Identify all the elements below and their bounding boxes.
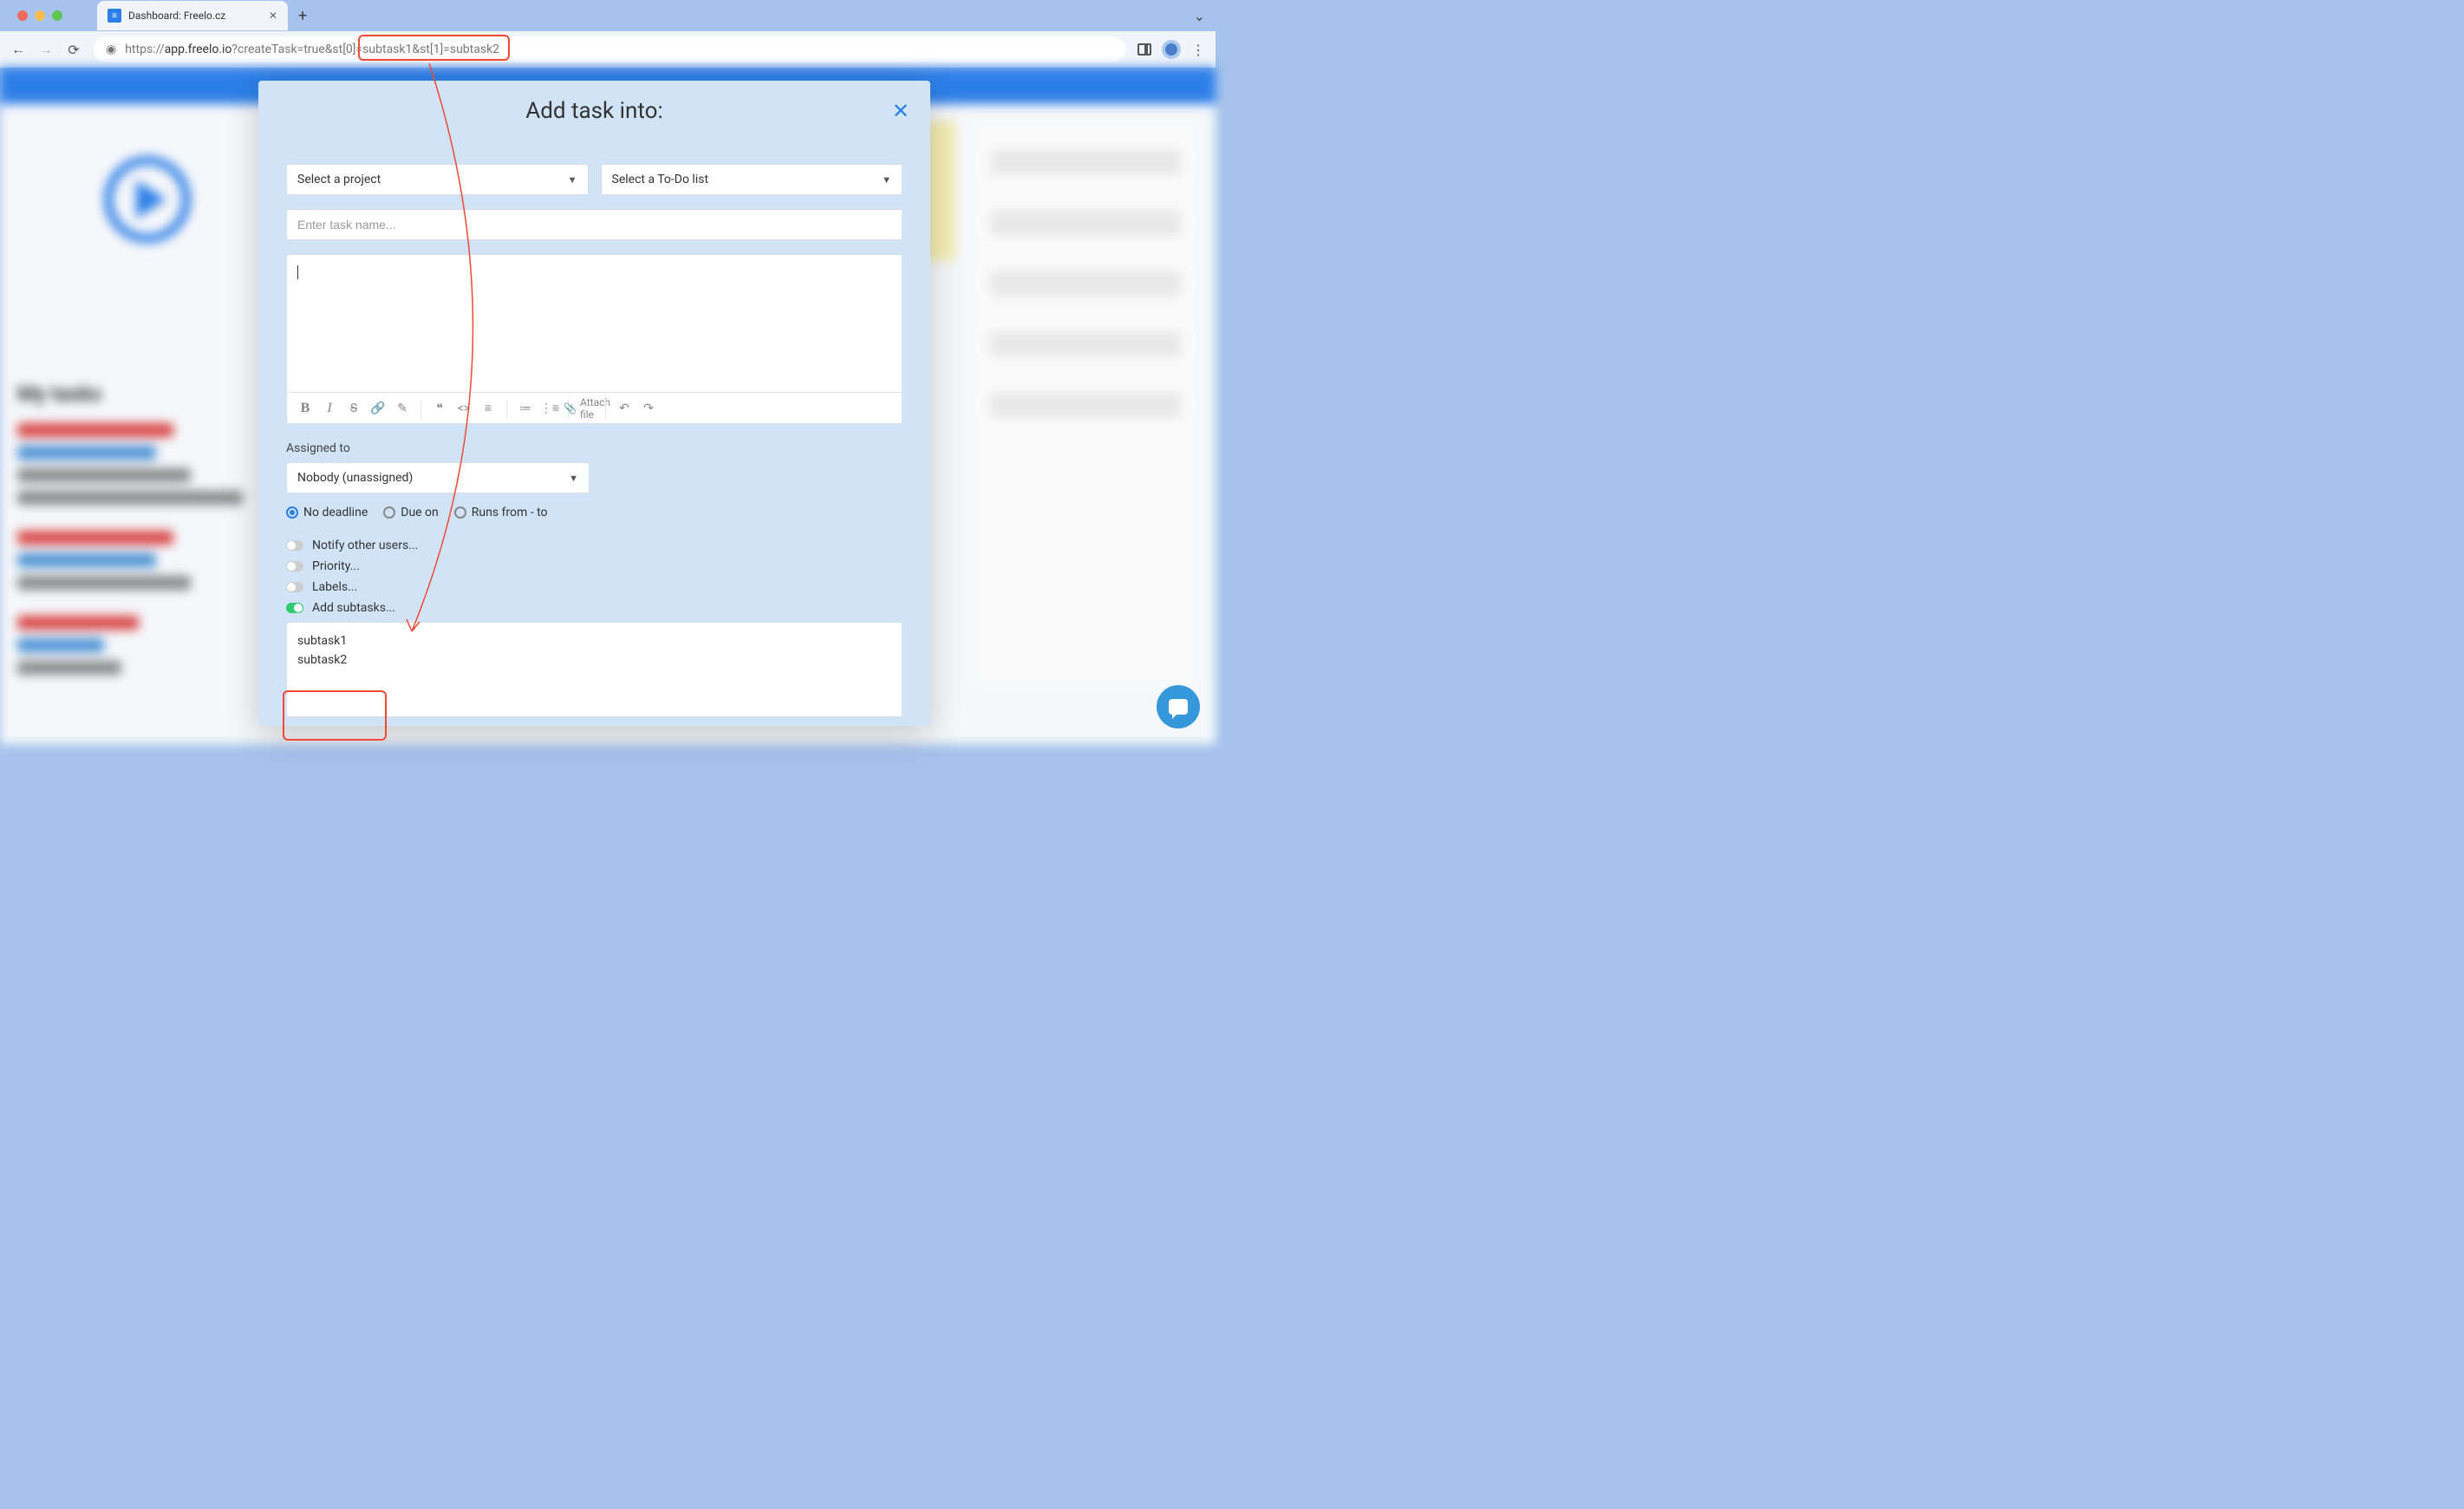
notify-toggle-row[interactable]: Notify other users... [286,539,903,552]
priority-toggle-row[interactable]: Priority... [286,559,903,573]
add-task-modal: Add task into: ✕ Select a project ▼ Sele… [258,81,930,726]
bullet-list-button[interactable]: ≔ [514,397,537,420]
subtasks-textarea[interactable]: subtask1 subtask2 [286,622,903,717]
due-on-radio[interactable]: Due on [383,506,439,519]
no-deadline-radio[interactable]: No deadline [286,506,368,519]
tab-title: Dashboard: Freelo.cz [128,10,225,22]
assignee-value: Nobody (unassigned) [297,471,413,485]
radio-icon [286,506,298,519]
caret-down-icon: ▼ [882,174,891,186]
code-button[interactable]: <> [453,397,475,420]
italic-button[interactable]: I [318,397,341,420]
toggle-label: Labels... [312,580,357,594]
editor-textarea[interactable] [287,255,902,392]
project-select-label: Select a project [297,173,381,186]
deadline-radio-group: No deadline Due on Runs from - to [286,506,903,519]
modal-title: Add task into: [525,98,663,124]
bold-button[interactable]: B [294,397,316,420]
assignee-select[interactable]: Nobody (unassigned) ▼ [286,462,590,493]
new-tab-button[interactable]: + [298,7,307,25]
project-select[interactable]: Select a project ▼ [286,164,589,195]
url-text: https://app.freelo.io?createTask=true&st… [125,42,499,56]
reload-button[interactable]: ⟳ [66,42,81,58]
tab-dropdown-icon[interactable]: ⌄ [1194,8,1205,24]
task-name-input[interactable] [286,209,903,240]
labels-toggle-row[interactable]: Labels... [286,580,903,594]
close-modal-button[interactable]: ✕ [892,99,909,123]
back-button[interactable]: ← [10,41,26,58]
caret-down-icon: ▼ [568,174,577,186]
browser-tab[interactable]: ≡ Dashboard: Freelo.cz ✕ [97,1,288,30]
nav-right: ⋮ [1137,40,1205,59]
numbered-list-button[interactable]: ⋮≡ [538,397,561,420]
quote-button[interactable]: ❝ [428,397,451,420]
assigned-to-label: Assigned to [286,441,903,455]
toggle-icon [286,540,303,551]
editor-toolbar: B I S 🔗 ✎ ❝ <> ≡ ≔ ⋮≡ 📎 Attach file ↶ [287,392,902,423]
description-editor: B I S 🔗 ✎ ❝ <> ≡ ≔ ⋮≡ 📎 Attach file ↶ [286,254,903,424]
menu-icon[interactable]: ⋮ [1191,42,1205,58]
side-panel-icon[interactable] [1137,43,1151,56]
tab-bar: ≡ Dashboard: Freelo.cz ✕ + ⌄ [0,0,1216,31]
toggle-icon [286,603,303,613]
profile-avatar[interactable] [1162,40,1181,59]
modal-body: Select a project ▼ Select a To-Do list ▼… [258,141,930,726]
minimize-window-button[interactable] [35,10,45,21]
browser-chrome: ≡ Dashboard: Freelo.cz ✕ + ⌄ ← → ⟳ ◉ htt… [0,0,1216,68]
caret-down-icon: ▼ [569,473,578,484]
chat-button[interactable] [1157,685,1200,728]
radio-label: Runs from - to [472,506,548,519]
todo-list-select[interactable]: Select a To-Do list ▼ [601,164,903,195]
close-tab-icon[interactable]: ✕ [269,10,277,22]
nav-bar: ← → ⟳ ◉ https://app.freelo.io?createTask… [0,31,1216,68]
toggle-icon [286,582,303,592]
radio-icon [454,506,466,519]
subtask-line: subtask2 [297,650,891,670]
chat-icon [1169,699,1188,715]
forward-button[interactable]: → [38,41,54,58]
maximize-window-button[interactable] [52,10,62,21]
close-window-button[interactable] [17,10,28,21]
color-button[interactable]: ✎ [391,397,414,420]
toggle-label: Add subtasks... [312,601,395,615]
radio-icon [383,506,395,519]
subtasks-toggle-row[interactable]: Add subtasks... [286,601,903,615]
paperclip-icon: 📎 [564,402,577,415]
subtask-line: subtask1 [297,631,891,650]
radio-label: Due on [401,506,439,519]
undo-button[interactable]: ↶ [613,397,636,420]
favicon-icon: ≡ [108,9,121,23]
modal-header: Add task into: ✕ [258,81,930,141]
toggle-icon [286,561,303,572]
window-controls [9,10,71,21]
link-button[interactable]: 🔗 [367,397,389,420]
toggle-label: Priority... [312,559,360,573]
toggle-label: Notify other users... [312,539,418,552]
redo-button[interactable]: ↷ [637,397,660,420]
attach-file-button[interactable]: 📎 Attach file [576,397,598,420]
paragraph-button[interactable]: ≡ [477,397,499,420]
runs-from-radio[interactable]: Runs from - to [454,506,548,519]
site-info-icon[interactable]: ◉ [106,42,116,56]
strikethrough-button[interactable]: S [342,397,365,420]
address-bar[interactable]: ◉ https://app.freelo.io?createTask=true&… [94,36,1125,62]
todo-select-label: Select a To-Do list [612,173,709,186]
radio-label: No deadline [303,506,368,519]
